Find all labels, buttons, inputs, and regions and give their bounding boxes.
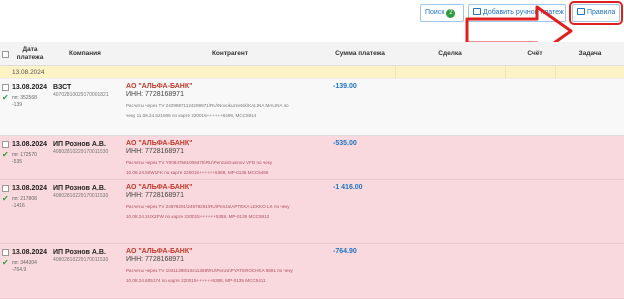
search-label: Поиск <box>425 9 445 16</box>
select-all-checkbox[interactable] <box>2 51 9 58</box>
col-sum-header[interactable]: Сумма платежа <box>330 42 390 66</box>
company-account: 40802810229170011530 <box>53 193 109 199</box>
payment-description: Расчеты через TV Y00847581008475\RU\Penz… <box>126 160 273 175</box>
kontragent-name[interactable]: АО "АЛЬФА-БАНК" <box>126 248 192 255</box>
table-row[interactable]: 13.08.2024 ✔ пп: 344304 -764.9 ИП Рознов … <box>0 244 624 299</box>
search-button[interactable]: Поиск 2 <box>420 4 464 22</box>
col-deal-header[interactable]: Сделка <box>400 42 500 66</box>
kontragent-name[interactable]: АО "АЛЬФА-БАНК" <box>126 140 192 147</box>
company-name: ИП Рознов А.В. <box>53 185 106 192</box>
col-date-header[interactable]: Дата платежа <box>10 42 50 66</box>
company-account: 40802810229170011530 <box>53 149 109 155</box>
table-row[interactable]: 13.08.2024 ✔ пп: 352568 -139 ВЗСТ 4070281… <box>0 79 624 136</box>
payment-date: 13.08.2024 <box>12 185 48 192</box>
kontragent-inn: ИНН: 7728168971 <box>126 148 184 155</box>
payment-date: 13.08.2024 <box>12 84 48 91</box>
check-icon: ✔ <box>2 258 9 267</box>
check-icon: ✔ <box>2 93 9 102</box>
company-name: ВЗСТ <box>53 84 72 91</box>
col-company-header[interactable]: Компания <box>55 42 115 66</box>
check-icon: ✔ <box>2 150 9 159</box>
rules-label: Правила <box>587 9 616 16</box>
search-count-badge: 2 <box>446 9 456 18</box>
payment-date: 13.08.2024 <box>12 249 48 256</box>
payment-description: Расчеты через TV 24978291\24978291\RU\Pe… <box>126 204 290 219</box>
kontragent-name[interactable]: АО "АЛЬФА-БАНК" <box>126 83 192 90</box>
row-checkbox[interactable] <box>2 141 9 148</box>
table-row[interactable]: 13.08.2024 ✔ пп: 172570 -535 ИП Рознов А.… <box>0 136 624 180</box>
kontragent-name[interactable]: АО "АЛЬФА-БАНК" <box>126 184 192 191</box>
payment-sum: -139.00 <box>333 83 357 90</box>
kontragent-inn: ИНН: 7728168971 <box>126 91 184 98</box>
company-account: 40702810029170001821 <box>53 92 109 98</box>
row-checkbox[interactable] <box>2 84 9 91</box>
company-account: 40802810229170011530 <box>53 257 109 263</box>
payment-sum: -535.00 <box>333 140 357 147</box>
payment-number: пп: 344304 -764.9 <box>12 260 37 273</box>
row-checkbox[interactable] <box>2 185 9 192</box>
table-row[interactable]: 13.08.2024 ✔ пп: 217808 -1416 ИП Рознов А… <box>0 180 624 244</box>
kontragent-inn: ИНН: 7728168971 <box>126 256 184 263</box>
payment-sum: -764.90 <box>333 248 357 255</box>
payment-date: 13.08.2024 <box>12 141 48 148</box>
payment-number: пп: 217808 -1416 <box>12 196 37 209</box>
company-name: ИП Рознов А.В. <box>53 249 106 256</box>
payment-sum: -1 416.00 <box>333 184 363 191</box>
check-icon: ✔ <box>2 194 9 203</box>
col-task-header[interactable]: Задача <box>560 42 620 66</box>
date-group-row: 13.08.2024 <box>0 66 624 79</box>
payment-description: Расчеты через TV 24299871124299871\RU\No… <box>126 103 289 118</box>
kontragent-inn: ИНН: 7728168971 <box>126 192 184 199</box>
row-checkbox[interactable] <box>2 249 9 256</box>
payment-number: пп: 352568 -139 <box>12 95 37 108</box>
col-account-header[interactable]: Счёт <box>510 42 560 66</box>
company-name: ИП Рознов А.В. <box>53 141 106 148</box>
table-header: Дата платежа Компания Контрагент Сумма п… <box>0 42 624 66</box>
rules-button[interactable]: Правила <box>569 1 623 25</box>
col-kontragent-header[interactable]: Контрагент <box>130 42 330 66</box>
payment-description: Расчеты через TV 10411388\10411388\RU\Pe… <box>126 268 293 283</box>
rules-icon <box>577 8 585 15</box>
payment-number: пп: 172570 -535 <box>12 152 37 165</box>
